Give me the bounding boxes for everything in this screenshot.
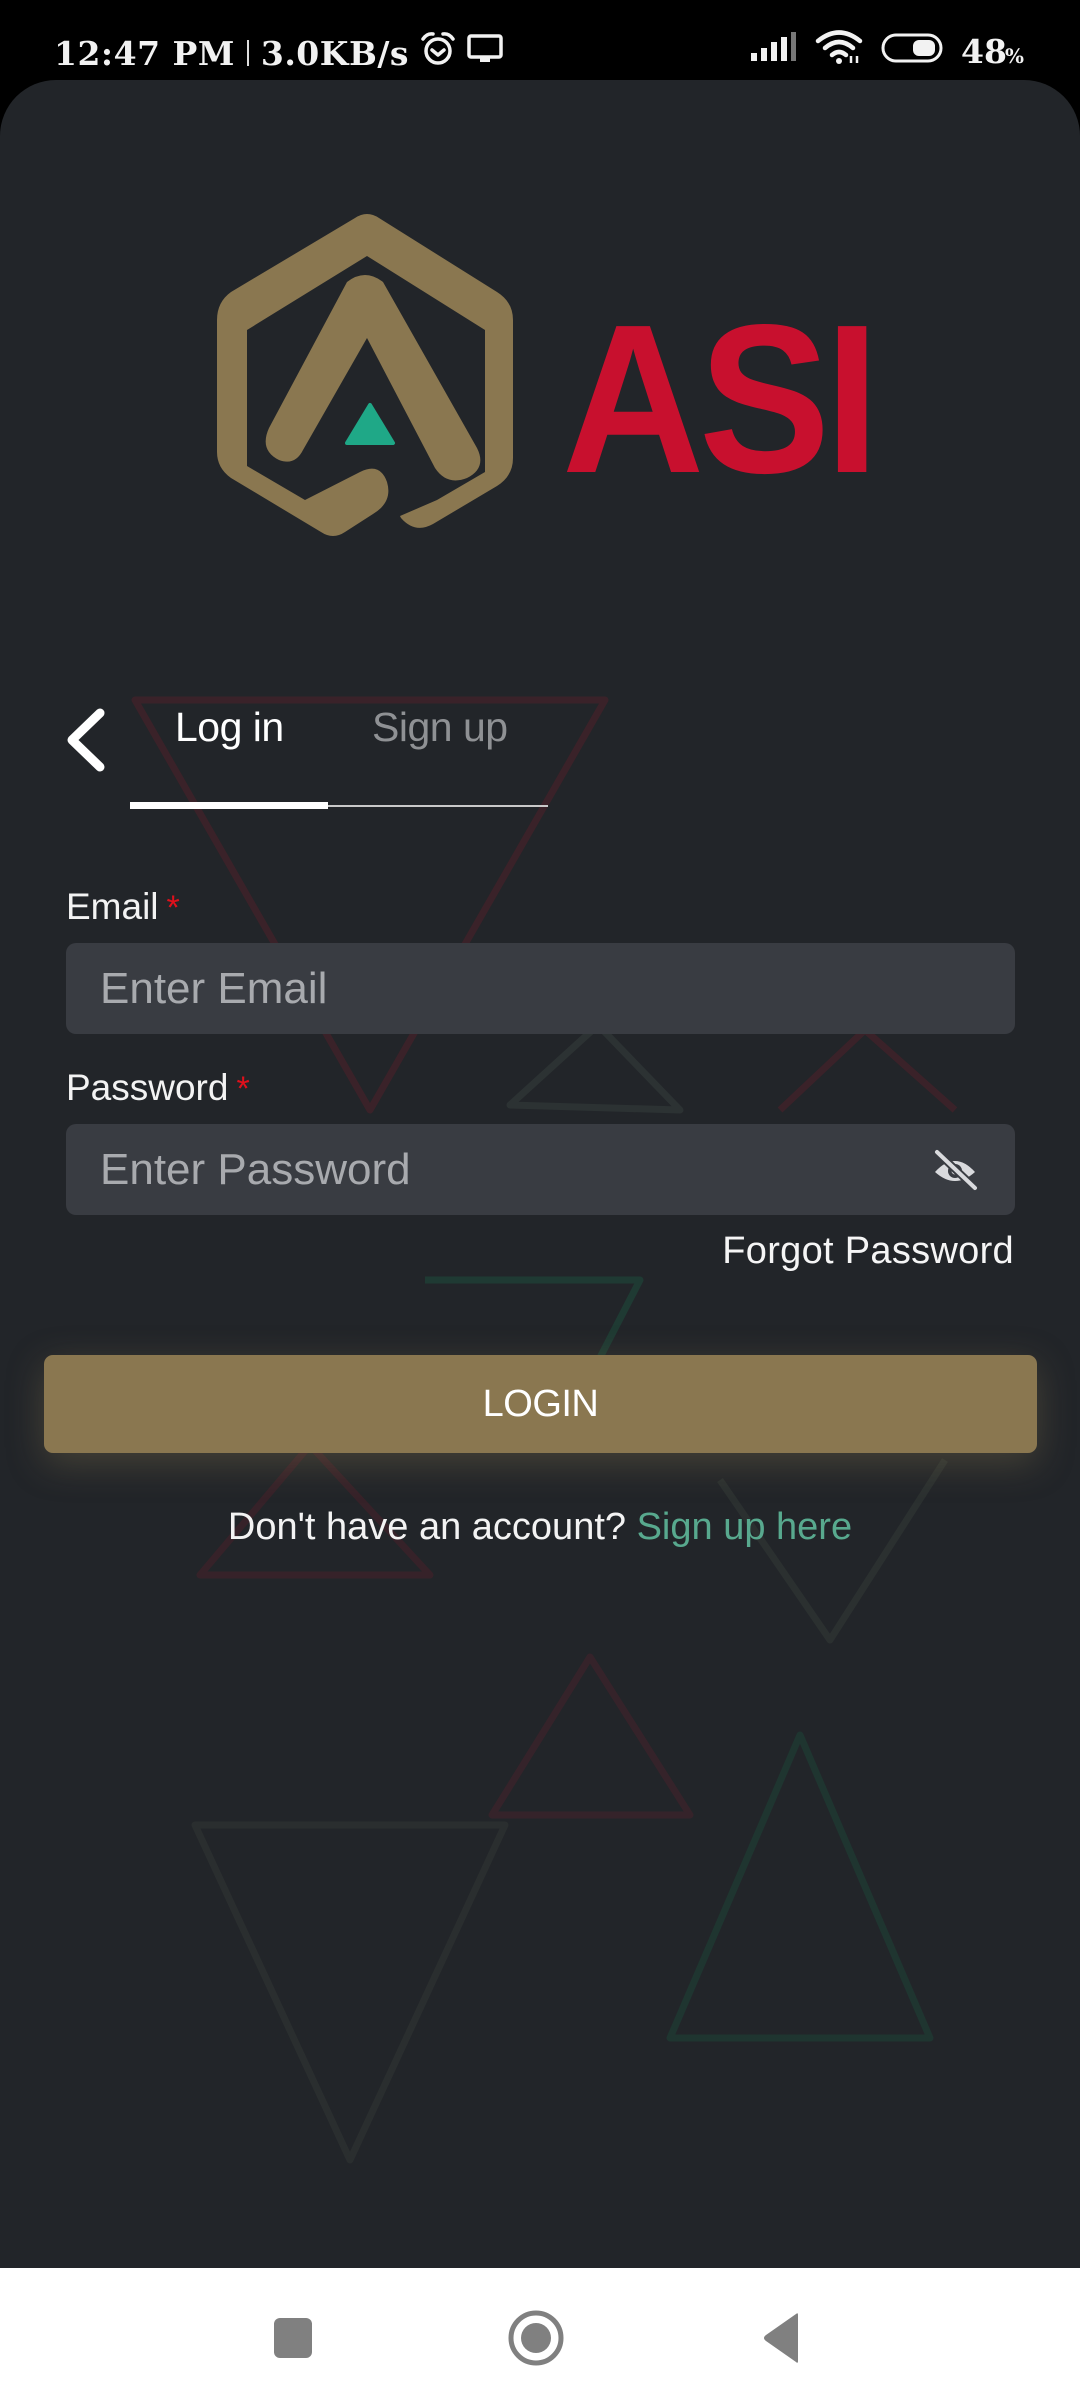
- email-label-text: Email: [66, 886, 159, 927]
- nav-back-button[interactable]: [742, 2298, 822, 2378]
- eye-off-icon: [933, 1148, 979, 1192]
- bg-triangle: [131, 696, 609, 1114]
- password-label: Password *: [66, 1067, 250, 1109]
- forgot-password-link[interactable]: Forgot Password: [722, 1230, 1014, 1273]
- password-label-text: Password: [66, 1067, 229, 1108]
- required-asterisk: *: [166, 889, 180, 927]
- signup-link[interactable]: Sign up here: [637, 1506, 853, 1548]
- network-speed: 3.0KB/s: [260, 33, 409, 73]
- battery-percent: 48%: [961, 31, 1024, 71]
- password-field[interactable]: [66, 1124, 1015, 1215]
- brand-name: ASI: [562, 280, 880, 517]
- back-icon: [764, 2313, 798, 2363]
- tab-active-indicator: [130, 802, 328, 809]
- recents-icon: [274, 2318, 312, 2358]
- signup-prompt: Don't have an account? Sign up here: [0, 1506, 1080, 1549]
- wifi-icon: [815, 30, 863, 72]
- alarm-icon: [419, 30, 457, 76]
- chevron-left-icon: [67, 708, 105, 772]
- bg-triangle: [717, 1458, 948, 1644]
- password-input[interactable]: [100, 1139, 900, 1200]
- recents-button[interactable]: [252, 2298, 332, 2378]
- status-separator: [246, 40, 249, 66]
- email-label: Email *: [66, 886, 180, 928]
- email-input[interactable]: [100, 958, 900, 1019]
- email-field[interactable]: [66, 943, 1015, 1034]
- status-time: 12:47 PM: [54, 33, 235, 73]
- bg-triangle: [506, 1021, 684, 1114]
- battery-icon: [881, 32, 943, 71]
- tab-login[interactable]: Log in: [175, 704, 284, 751]
- login-button[interactable]: LOGIN: [44, 1355, 1037, 1453]
- toggle-password-visibility-button[interactable]: [931, 1148, 979, 1192]
- logo-mark-icon: [217, 214, 513, 536]
- bg-triangle: [666, 1731, 934, 2042]
- signup-prompt-text: Don't have an account?: [227, 1506, 627, 1548]
- required-asterisk: *: [236, 1070, 250, 1108]
- home-button[interactable]: [496, 2298, 576, 2378]
- status-bar: 12:47 PM 3.0KB/s 48%: [0, 0, 1080, 80]
- bg-triangle: [191, 1821, 509, 2164]
- bg-triangle: [777, 1026, 958, 1113]
- tab-signup[interactable]: Sign up: [372, 704, 508, 751]
- system-navigation-bar: [0, 2268, 1080, 2400]
- back-button[interactable]: [56, 702, 116, 778]
- screen-cast-icon: [467, 33, 503, 73]
- bg-triangle: [488, 1653, 694, 1819]
- home-icon: [508, 2310, 564, 2366]
- signal-icon: [749, 31, 797, 71]
- login-screen: ASI Log in Sign up Email* Password* Forg…: [0, 80, 1080, 2268]
